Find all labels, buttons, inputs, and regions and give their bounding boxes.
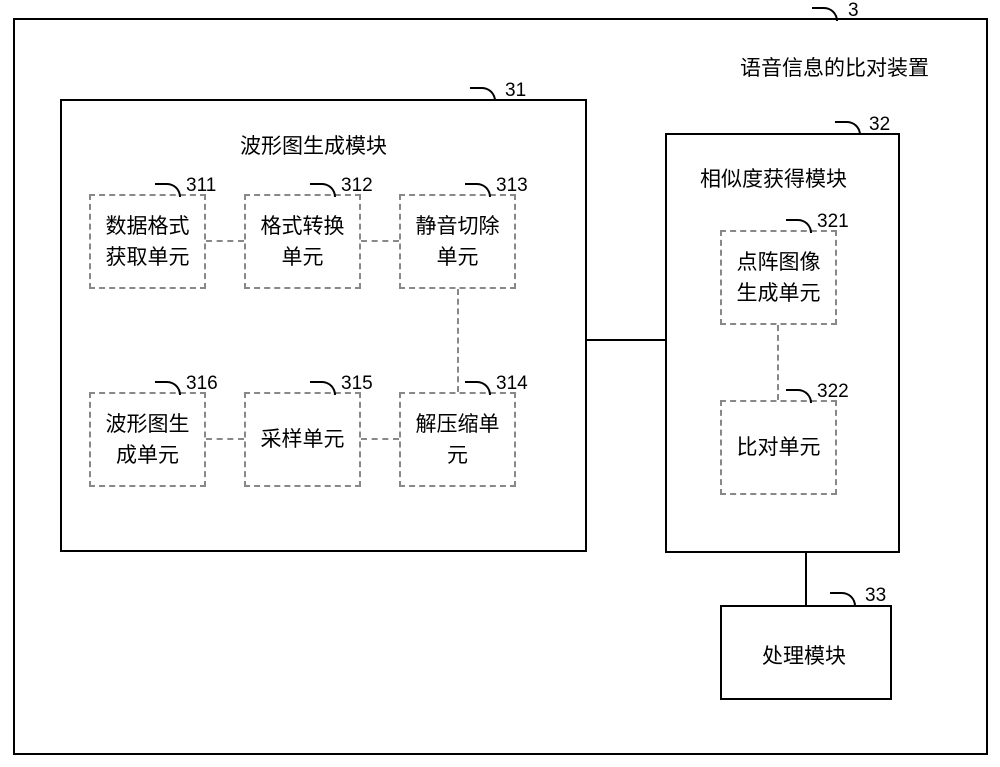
unit-311-l1: 数据格式 bbox=[106, 215, 190, 238]
ref-num-311: 311 bbox=[186, 175, 216, 197]
unit-315-l1: 采样单元 bbox=[261, 428, 345, 451]
ref-num-316: 316 bbox=[186, 373, 218, 395]
unit-311: 数据格式 获取单元 bbox=[89, 194, 206, 289]
outer-title: 语音信息的比对装置 bbox=[740, 52, 929, 82]
unit-312-l1: 格式转换 bbox=[261, 215, 345, 238]
conn-314-315 bbox=[361, 438, 399, 440]
ref-num-32: 32 bbox=[869, 114, 890, 136]
unit-314-l2: 元 bbox=[447, 444, 468, 467]
unit-313-l2: 单元 bbox=[437, 246, 479, 269]
conn-315-316 bbox=[206, 438, 244, 440]
ref-num-321: 321 bbox=[817, 211, 849, 233]
conn-32-33 bbox=[805, 553, 807, 605]
module-31-title: 波形图生成模块 bbox=[240, 130, 387, 160]
ref-num-312: 312 bbox=[341, 175, 373, 197]
unit-316-l2: 成单元 bbox=[116, 444, 179, 467]
conn-312-313 bbox=[361, 240, 399, 242]
unit-321-l2: 生成单元 bbox=[737, 282, 821, 305]
unit-313-l1: 静音切除 bbox=[416, 215, 500, 238]
unit-322: 比对单元 bbox=[720, 400, 837, 495]
unit-311-l2: 获取单元 bbox=[106, 246, 190, 269]
ref-num-315: 315 bbox=[341, 373, 373, 395]
unit-314: 解压缩单 元 bbox=[399, 392, 516, 487]
conn-311-312 bbox=[206, 240, 244, 242]
ref-curl-3 bbox=[812, 7, 838, 21]
unit-313: 静音切除 单元 bbox=[399, 194, 516, 289]
unit-321-l1: 点阵图像 bbox=[737, 251, 821, 274]
module-33-title: 处理模块 bbox=[762, 640, 846, 670]
unit-314-l1: 解压缩单 bbox=[416, 413, 500, 436]
ref-num-3: 3 bbox=[848, 0, 859, 22]
unit-322-l1: 比对单元 bbox=[737, 436, 821, 459]
ref-num-322: 322 bbox=[817, 381, 849, 403]
unit-315: 采样单元 bbox=[244, 392, 361, 487]
conn-31-32 bbox=[587, 339, 665, 341]
unit-312-l2: 单元 bbox=[282, 246, 324, 269]
unit-316: 波形图生 成单元 bbox=[89, 392, 206, 487]
ref-num-313: 313 bbox=[496, 175, 528, 197]
conn-321-322 bbox=[777, 325, 779, 400]
module-32-title: 相似度获得模块 bbox=[700, 163, 847, 193]
conn-313-314 bbox=[457, 289, 459, 392]
ref-num-31: 31 bbox=[505, 80, 526, 102]
unit-316-l1: 波形图生 bbox=[106, 413, 190, 436]
unit-321: 点阵图像 生成单元 bbox=[720, 230, 837, 325]
ref-num-33: 33 bbox=[865, 585, 886, 607]
unit-312: 格式转换 单元 bbox=[244, 194, 361, 289]
ref-num-314: 314 bbox=[496, 373, 528, 395]
